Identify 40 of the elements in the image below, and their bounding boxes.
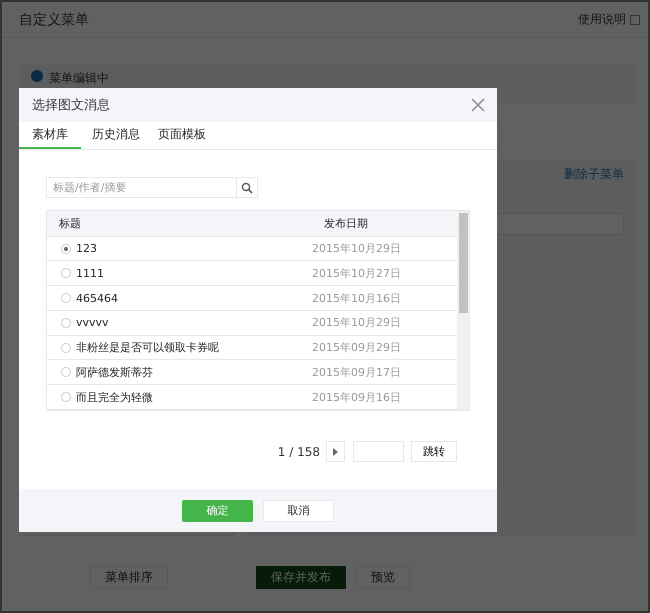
article-title[interactable]: 123	[76, 242, 97, 256]
article-title[interactable]: 而且完全为轻微	[76, 390, 153, 405]
page-info: 1 / 158	[278, 444, 320, 458]
article-title[interactable]: 1111	[76, 266, 104, 280]
tab[interactable]: 页面模板	[151, 122, 213, 149]
radio-button[interactable]	[61, 367, 71, 378]
radio-button[interactable]	[61, 293, 71, 304]
search-field[interactable]: 标题/作者/摘要	[46, 177, 258, 198]
publish-date: 2015年10月16日	[312, 290, 402, 306]
play-icon	[333, 448, 338, 456]
publish-date: 2015年10月29日	[312, 241, 402, 256]
column-header: 发布日期	[323, 216, 369, 231]
publish-date: 2015年09月16日	[312, 390, 402, 405]
radio-button[interactable]	[61, 392, 71, 402]
publish-date: 2015年09月29日	[312, 340, 402, 356]
publish-date: 2015年09月17日	[312, 364, 402, 380]
page-title: 自定义菜单	[19, 10, 89, 28]
search-icon	[241, 182, 253, 194]
article-title[interactable]: 465464	[76, 292, 118, 305]
page-input[interactable]	[353, 441, 404, 462]
tab[interactable]: 素材库	[19, 122, 81, 149]
article-title[interactable]: 阿萨德发斯蒂芬	[76, 364, 153, 380]
close-button[interactable]	[471, 98, 485, 112]
scrollbar-thumb[interactable]	[458, 213, 468, 313]
scrollbar[interactable]	[457, 211, 469, 410]
jump-button[interactable]: 跳转	[411, 441, 457, 462]
notice-text: 菜单编辑中	[49, 70, 109, 87]
dialog-button[interactable]: 取消	[263, 500, 334, 522]
dialog-title: 选择图文消息	[32, 97, 110, 114]
next-page-button[interactable]	[326, 441, 345, 462]
publish-date: 2015年10月29日	[312, 315, 402, 330]
column-header: 标题	[58, 216, 82, 231]
article-title[interactable]: vvvvv	[76, 316, 109, 330]
radio-button[interactable]	[61, 342, 71, 353]
radio-button[interactable]	[61, 268, 71, 278]
tab[interactable]: 历史消息	[85, 122, 147, 149]
publish-date: 2015年10月27日	[312, 266, 402, 281]
radio-button[interactable]	[61, 244, 71, 254]
article-title[interactable]: 非粉丝是是否可以领取卡券呢	[76, 340, 219, 356]
radio-button[interactable]	[61, 318, 71, 328]
